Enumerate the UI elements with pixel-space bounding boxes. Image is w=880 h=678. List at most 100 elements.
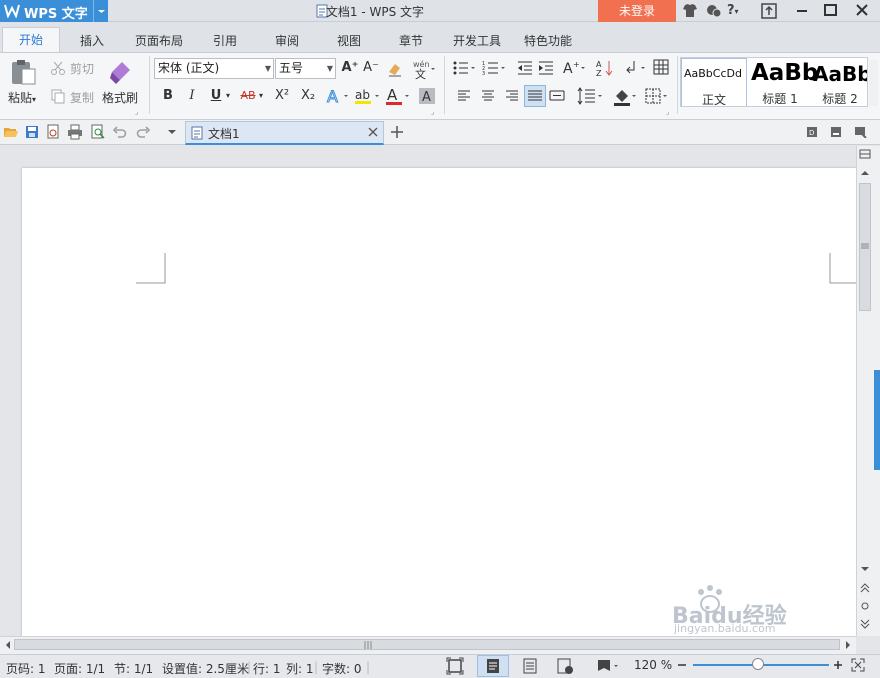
fit-window-icon[interactable] xyxy=(851,658,865,672)
bullet-list-icon[interactable] xyxy=(452,60,482,76)
zoom-level[interactable]: 120 % xyxy=(634,658,672,672)
style-normal[interactable]: AaBbCcDd 正文 xyxy=(681,58,747,106)
paste-icon[interactable] xyxy=(8,58,38,86)
export-pdf-icon[interactable] xyxy=(45,124,61,140)
outline-view-icon[interactable] xyxy=(521,657,539,675)
borders-icon[interactable] xyxy=(644,87,672,105)
close-icon[interactable] xyxy=(850,0,874,22)
font-color-button[interactable]: A xyxy=(385,86,413,106)
subscript-button[interactable]: X₂ xyxy=(296,86,320,106)
justify-button[interactable] xyxy=(524,85,546,107)
cut-button[interactable]: 剪切 xyxy=(70,60,94,77)
scroll-down-icon[interactable] xyxy=(859,564,871,574)
feedback-icon[interactable] xyxy=(702,0,726,22)
copy-icon[interactable] xyxy=(50,88,66,104)
superscript-button[interactable]: X² xyxy=(270,86,294,106)
close-tab-icon[interactable] xyxy=(368,127,378,137)
minimize-panel-icon[interactable] xyxy=(830,126,842,138)
tab-chapter[interactable]: 章节 xyxy=(391,30,431,52)
line-break-icon[interactable] xyxy=(624,58,650,78)
tab-references[interactable]: 引用 xyxy=(205,30,245,52)
undo-icon[interactable] xyxy=(112,124,128,140)
next-page-icon[interactable] xyxy=(859,618,871,630)
underline-button[interactable]: U xyxy=(206,86,226,106)
side-panel-toggle[interactable] xyxy=(874,370,880,470)
numbered-list-icon[interactable]: 123 xyxy=(482,60,512,76)
document-page[interactable] xyxy=(22,168,856,636)
login-button[interactable]: 未登录 xyxy=(598,0,676,22)
grow-font-button[interactable]: A⁺ xyxy=(340,58,360,78)
fullscreen-icon[interactable] xyxy=(757,0,781,22)
tab-developer[interactable]: 开发工具 xyxy=(447,30,507,52)
font-name-select[interactable]: 宋体 (正文) ▼ xyxy=(154,58,274,79)
paragraph-launcher-icon[interactable]: ⌟ xyxy=(666,108,669,116)
tab-home[interactable]: 开始 xyxy=(2,27,60,52)
highlight-icon[interactable]: ab xyxy=(354,87,382,105)
bold-button[interactable]: B xyxy=(158,86,178,106)
clear-format-icon[interactable] xyxy=(386,60,404,78)
table-icon[interactable] xyxy=(652,58,670,76)
cut-icon[interactable] xyxy=(50,60,66,76)
scroll-left-icon[interactable] xyxy=(3,640,13,650)
format-painter-icon[interactable] xyxy=(108,58,134,86)
status-row[interactable]: 行: 1 xyxy=(253,660,281,677)
horizontal-scroll-thumb[interactable] xyxy=(14,639,840,650)
underline-dropdown-icon[interactable]: ▾ xyxy=(226,91,230,100)
help-button[interactable]: ?▾ xyxy=(727,0,749,22)
italic-button[interactable]: I xyxy=(182,86,202,106)
focus-mode-icon[interactable] xyxy=(446,657,464,675)
open-folder-icon[interactable] xyxy=(3,124,19,140)
tab-insert[interactable]: 插入 xyxy=(72,30,112,52)
copy-button[interactable]: 复制 xyxy=(70,89,94,106)
decrease-indent-icon[interactable] xyxy=(516,60,534,76)
zoom-out-icon[interactable] xyxy=(676,659,688,671)
line-spacing-icon[interactable] xyxy=(577,87,605,105)
new-tab-icon[interactable] xyxy=(390,125,404,139)
tab-page-layout[interactable]: 页面布局 xyxy=(128,30,190,52)
split-view-icon[interactable] xyxy=(859,149,871,159)
page-view-button[interactable] xyxy=(477,655,509,677)
strike-dropdown-icon[interactable]: ▾ xyxy=(259,91,263,100)
align-center-icon[interactable] xyxy=(480,89,496,103)
strikethrough-button[interactable]: AB xyxy=(236,86,260,106)
sort-icon[interactable]: AZ xyxy=(595,58,615,78)
print-preview-icon[interactable] xyxy=(90,124,106,140)
align-left-icon[interactable] xyxy=(456,89,472,103)
char-shading-icon[interactable]: A xyxy=(418,87,436,105)
text-effect-icon[interactable]: A xyxy=(326,87,352,105)
reading-mode-icon[interactable] xyxy=(595,657,623,675)
minimize-icon[interactable] xyxy=(790,0,814,22)
maximize-icon[interactable] xyxy=(818,0,842,22)
status-setting[interactable]: 设置值: 2.5厘米 xyxy=(162,660,249,677)
format-painter-button[interactable]: 格式刷 xyxy=(102,89,138,106)
change-case-icon[interactable]: A + xyxy=(562,58,590,78)
font-size-select[interactable]: 五号 ▼ xyxy=(275,58,336,79)
status-pages[interactable]: 页面: 1/1 xyxy=(54,660,105,677)
tab-view[interactable]: 视图 xyxy=(329,30,369,52)
tab-special-features[interactable]: 特色功能 xyxy=(518,30,578,52)
status-section[interactable]: 节: 1/1 xyxy=(114,660,153,677)
zoom-in-icon[interactable] xyxy=(832,659,844,671)
document-tab[interactable]: 文档1 xyxy=(185,121,384,145)
scroll-right-icon[interactable] xyxy=(843,640,853,650)
phonetic-guide-icon[interactable]: wén 文 xyxy=(411,58,439,80)
distributed-align-icon[interactable] xyxy=(548,89,566,103)
previous-page-icon[interactable] xyxy=(859,582,871,594)
styles-scroll[interactable] xyxy=(869,60,878,106)
clipboard-launcher-icon[interactable]: ⌟ xyxy=(135,108,138,116)
align-right-icon[interactable] xyxy=(504,89,520,103)
save-icon[interactable] xyxy=(24,124,40,140)
skin-icon[interactable] xyxy=(678,0,702,22)
scroll-up-icon[interactable] xyxy=(859,168,871,178)
style-heading-2[interactable]: AaBb 标题 2 xyxy=(811,58,867,106)
shrink-font-button[interactable]: A⁻ xyxy=(361,58,381,78)
wps-cloud-icon[interactable]: D xyxy=(806,126,818,138)
style-heading-1[interactable]: AaBb 标题 1 xyxy=(749,58,818,106)
shading-icon[interactable] xyxy=(612,86,640,106)
expand-ribbon-icon[interactable] xyxy=(854,126,868,138)
tab-review[interactable]: 审阅 xyxy=(267,30,307,52)
font-launcher-icon[interactable]: ⌟ xyxy=(431,108,434,116)
status-page-number[interactable]: 页码: 1 xyxy=(6,660,46,677)
status-word-count[interactable]: 字数: 0 xyxy=(322,660,362,677)
web-view-icon[interactable] xyxy=(556,657,574,675)
